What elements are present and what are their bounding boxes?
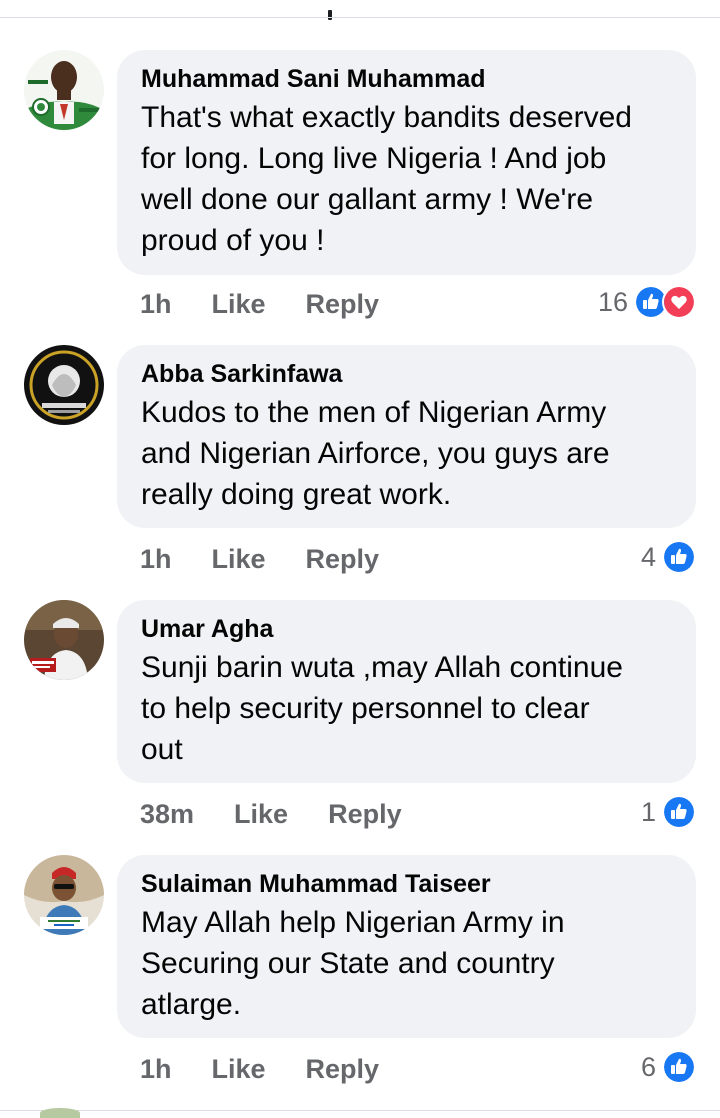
reaction-summary[interactable]: 6: [641, 1047, 696, 1087]
comment-bubble: Umar Agha Sunji barin wuta ,may Allah co…: [117, 600, 696, 783]
avatar[interactable]: [24, 600, 104, 680]
comment-line: and Nigerian Airforce, you guys are: [141, 437, 610, 470]
reaction-summary[interactable]: 4: [641, 537, 696, 577]
comment-timestamp[interactable]: 38m: [140, 799, 194, 830]
like-button[interactable]: Like: [212, 544, 266, 575]
reaction-icons: [662, 540, 696, 574]
reaction-icons: [662, 795, 696, 829]
top-divider: [0, 17, 720, 18]
comment-text: Sunji barin wuta ,may Allah continue to …: [141, 647, 674, 770]
comment-line: really doing great work.: [141, 478, 452, 511]
comment-line: out: [141, 733, 183, 766]
reply-button[interactable]: Reply: [306, 1054, 380, 1085]
reaction-count: 16: [597, 286, 628, 317]
comment-actions: 1h Like Reply: [140, 539, 379, 579]
comment-line: May Allah help Nigerian Army in: [141, 906, 565, 939]
reaction-count: 1: [640, 796, 656, 827]
like-icon: [662, 540, 696, 574]
like-button[interactable]: Like: [212, 289, 266, 320]
reaction-count: 4: [640, 541, 656, 572]
comment-text: Kudos to the men of Nigerian Army and Ni…: [141, 392, 674, 515]
reaction-icons: [662, 1050, 696, 1084]
comment-bubble: Sulaiman Muhammad Taiseer May Allah help…: [117, 855, 696, 1038]
comment-bubble: Muhammad Sani Muhammad That's what exact…: [117, 50, 696, 275]
like-icon: [662, 795, 696, 829]
comment-bubble: Abba Sarkinfawa Kudos to the men of Nige…: [117, 345, 696, 528]
reaction-icons: [634, 285, 696, 319]
comment-actions: 1h Like Reply: [140, 284, 379, 324]
comment-line: Kudos to the men of Nigerian Army: [141, 396, 607, 429]
reaction-count: 6: [640, 1051, 656, 1082]
reply-button[interactable]: Reply: [306, 544, 380, 575]
like-button[interactable]: Like: [212, 1054, 266, 1085]
comment-author[interactable]: Muhammad Sani Muhammad: [141, 64, 674, 94]
comment-text: May Allah help Nigerian Army in Securing…: [141, 902, 674, 1025]
comment-timestamp[interactable]: 1h: [140, 1054, 172, 1085]
bottom-divider: [0, 1110, 720, 1111]
love-icon: [662, 285, 696, 319]
avatar[interactable]: [24, 345, 104, 425]
comment-author[interactable]: Sulaiman Muhammad Taiseer: [141, 869, 674, 899]
comment-timestamp[interactable]: 1h: [140, 544, 172, 575]
reaction-summary[interactable]: 16: [598, 282, 696, 322]
comment-line: atlarge.: [141, 988, 242, 1021]
comment-line: for long. Long live Nigeria ! And job: [141, 142, 607, 175]
comment-line: proud of you !: [141, 224, 325, 257]
comment-line: Securing our State and country: [141, 947, 555, 980]
next-comment-avatar: [40, 1108, 80, 1118]
comment-line: Sunji barin wuta ,may Allah continue: [141, 651, 623, 684]
comment-actions: 38m Like Reply: [140, 794, 402, 834]
comment-actions: 1h Like Reply: [140, 1049, 379, 1089]
comment-text: That's what exactly bandits deserved for…: [141, 97, 674, 261]
comment-author[interactable]: Umar Agha: [141, 614, 674, 644]
comment-line: That's what exactly bandits deserved: [141, 101, 632, 134]
avatar[interactable]: [24, 50, 104, 130]
avatar[interactable]: [24, 855, 104, 935]
like-icon: [662, 1050, 696, 1084]
scroll-indicator: [328, 10, 332, 20]
comment-author[interactable]: Abba Sarkinfawa: [141, 359, 674, 389]
reaction-summary[interactable]: 1: [641, 792, 696, 832]
comment-timestamp[interactable]: 1h: [140, 289, 172, 320]
reply-button[interactable]: Reply: [306, 289, 380, 320]
like-button[interactable]: Like: [234, 799, 288, 830]
reply-button[interactable]: Reply: [328, 799, 402, 830]
comment-line: well done our gallant army ! We're: [141, 183, 594, 216]
comment-line: to help security personnel to clear: [141, 692, 590, 725]
